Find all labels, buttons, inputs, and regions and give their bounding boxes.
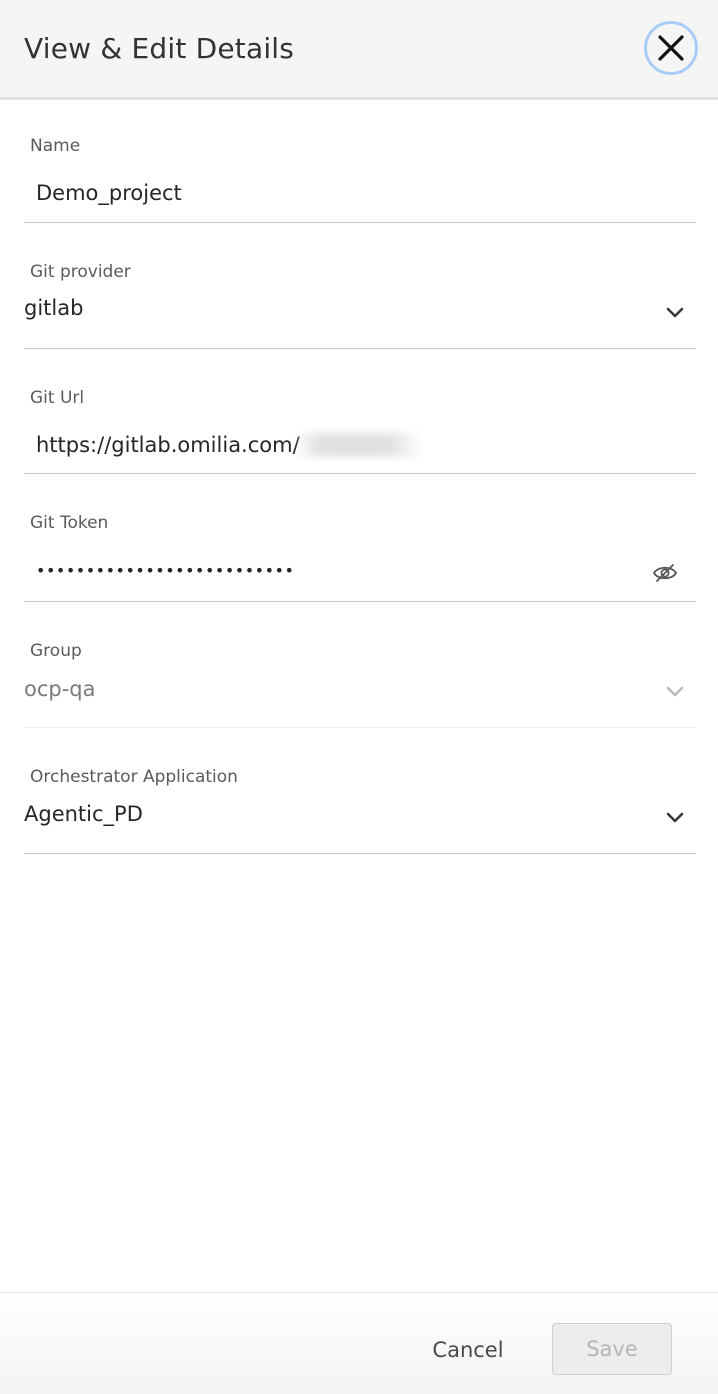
git-token-input[interactable]: •••••••••••••••••••••••••• [36,557,294,585]
orchestrator-select[interactable]: Orchestrator Application Agentic_PD [24,761,696,854]
group-label: Group [30,641,82,661]
chevron-down-icon[interactable] [664,301,686,323]
eye-off-icon[interactable] [652,560,678,586]
orchestrator-label: Orchestrator Application [30,767,238,787]
dialog-title: View & Edit Details [24,32,295,65]
save-button[interactable]: Save [552,1323,672,1375]
chevron-down-icon[interactable] [664,806,686,828]
orchestrator-value[interactable]: Agentic_PD [24,800,143,828]
git-url-input[interactable]: https://gitlab.omilia.com/ [36,431,300,459]
close-icon [658,35,684,61]
cancel-button[interactable]: Cancel [418,1325,518,1375]
dialog-footer: Cancel Save [0,1292,718,1394]
git-token-label: Git Token [30,513,109,533]
name-field[interactable]: Name Demo_project [24,130,696,223]
git-provider-label: Git provider [30,262,131,282]
git-provider-select[interactable]: Git provider gitlab [24,256,696,349]
redacted-url-segment [294,433,422,457]
chevron-down-icon [666,686,684,697]
git-url-field[interactable]: Git Url https://gitlab.omilia.com/ [24,382,696,474]
group-select: Group ocp-qa [24,635,696,728]
git-provider-value[interactable]: gitlab [24,294,83,322]
git-url-label: Git Url [30,388,85,408]
name-label: Name [30,136,81,156]
close-button[interactable] [644,21,698,75]
git-token-field[interactable]: Git Token •••••••••••••••••••••••••• [24,507,696,602]
group-value: ocp-qa [24,677,96,701]
dialog-header: View & Edit Details [0,0,718,100]
name-input[interactable]: Demo_project [36,179,182,207]
